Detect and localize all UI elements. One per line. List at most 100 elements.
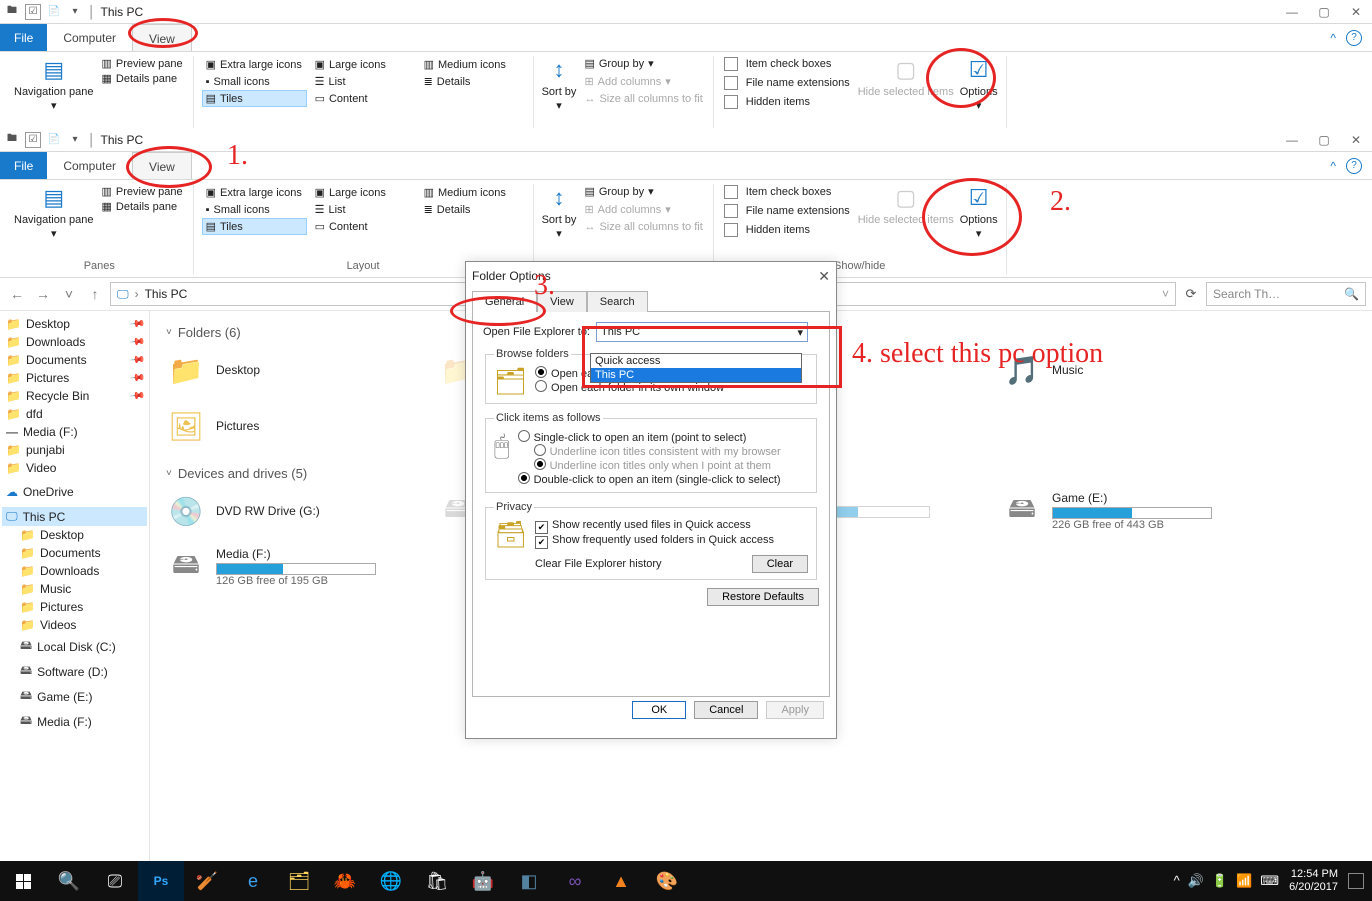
app-androidstudio[interactable]: 🤖 — [460, 861, 506, 901]
app-visualstudio[interactable]: ∞ — [552, 861, 598, 901]
close-button[interactable]: ✕ — [1340, 128, 1372, 152]
navtree-item[interactable]: Media (F:) — [16, 709, 147, 734]
close-button[interactable]: ✕ — [1340, 0, 1372, 24]
navtree-item[interactable]: Documents — [16, 544, 147, 562]
app-cricket[interactable]: 🏏 — [184, 861, 230, 901]
item-checkboxes[interactable]: Item check boxes — [722, 56, 852, 72]
tray[interactable]: ^ 🔊 🔋 📶 ⌨ — [1174, 873, 1279, 889]
sort-by-button[interactable]: ↕Sort by▾ — [542, 184, 577, 240]
radio-double-click[interactable]: Double-click to open an item (single-cli… — [518, 472, 781, 486]
large-icons[interactable]: ▣Large icons — [311, 56, 416, 73]
file-tab[interactable]: File — [0, 24, 47, 51]
view-tab[interactable]: View — [132, 152, 192, 179]
quickaccess-icon[interactable]: 📄 — [46, 4, 62, 20]
tiles-view[interactable]: ▤Tiles — [202, 218, 307, 235]
navtree-item[interactable]: Desktop📌 — [2, 315, 147, 333]
up-button[interactable]: ↑ — [84, 283, 106, 305]
folder-tile[interactable]: 🖼Pictures — [166, 406, 416, 446]
app-realtek[interactable]: 🦀 — [322, 861, 368, 901]
navtree-item[interactable]: punjabi — [2, 441, 147, 459]
clock[interactable]: 12:54 PM 6/20/2017 — [1289, 868, 1338, 893]
group-by-button[interactable]: ▤Group by ▾ — [582, 184, 704, 199]
large-icons[interactable]: ▣Large icons — [311, 184, 416, 201]
app-netbeans[interactable]: ◧ — [506, 861, 552, 901]
open-explorer-combo[interactable]: This PC▾ — [596, 322, 808, 342]
drive-tile[interactable]: 💿DVD RW Drive (G:) — [166, 491, 416, 531]
tiles-view[interactable]: ▤Tiles — [202, 90, 307, 107]
navtree-item[interactable]: Videos — [16, 616, 147, 634]
ok-button[interactable]: OK — [632, 701, 686, 719]
extra-large-icons[interactable]: ▣Extra large icons — [202, 184, 307, 201]
qat-down-icon[interactable]: ▾ — [67, 132, 83, 148]
navtree-item[interactable]: Recycle Bin📌 — [2, 387, 147, 405]
properties-icon[interactable]: ☑ — [25, 4, 41, 20]
drive-tile[interactable]: 🖴Game (E:)226 GB free of 443 GB — [1002, 491, 1262, 531]
app-store[interactable]: 🛍 — [414, 861, 460, 901]
action-center-icon[interactable] — [1348, 873, 1364, 889]
preview-pane-button[interactable]: ▥Preview pane — [100, 184, 185, 199]
dialog-close-button[interactable]: ✕ — [818, 268, 830, 285]
navigation-pane-button[interactable]: ▤ Navigation pane ▾ — [14, 56, 94, 112]
search-input[interactable]: Search Th… 🔍 — [1206, 282, 1366, 306]
navtree-item[interactable]: Downloads — [16, 562, 147, 580]
clear-button[interactable]: Clear — [752, 555, 808, 573]
navtree-item[interactable]: Pictures — [16, 598, 147, 616]
history-down[interactable]: ˅ — [58, 283, 80, 305]
file-tab[interactable]: File — [0, 152, 47, 179]
start-button[interactable] — [0, 861, 46, 901]
taskbar[interactable]: 🔍 ⎚ Ps 🏏 e 🗂 🦀 🌐 🛍 🤖 ◧ ∞ ▲ 🎨 ^ 🔊 🔋 📶 ⌨ 1… — [0, 861, 1372, 901]
app-edge[interactable]: e — [230, 861, 276, 901]
hidden-items[interactable]: Hidden items — [722, 222, 852, 238]
help-icon[interactable]: ? — [1346, 30, 1362, 46]
tab-general[interactable]: General — [472, 291, 537, 312]
search-icon[interactable]: 🔍 — [46, 861, 92, 901]
hidden-items[interactable]: Hidden items — [722, 94, 852, 110]
ribbon-collapse-icon[interactable]: ^ — [1330, 159, 1336, 173]
minimize-button[interactable]: — — [1276, 0, 1308, 24]
file-extensions[interactable]: File name extensions — [722, 203, 852, 219]
thispc-item[interactable]: This PC — [2, 507, 147, 526]
computer-tab[interactable]: Computer — [47, 24, 132, 51]
help-icon[interactable]: ? — [1346, 158, 1362, 174]
navtree-item[interactable]: Documents📌 — [2, 351, 147, 369]
cancel-button[interactable]: Cancel — [694, 701, 758, 719]
navtree-item[interactable]: Software (D:) — [16, 659, 147, 684]
small-icons[interactable]: ▪Small icons — [202, 201, 307, 218]
folder-tile[interactable]: 🎵Music — [1002, 350, 1262, 390]
tray-battery-icon[interactable]: 🔋 — [1212, 873, 1228, 889]
dropdown-option-thispc[interactable]: This PC — [591, 368, 801, 382]
item-checkboxes[interactable]: Item check boxes — [722, 184, 852, 200]
cbx-recent-files[interactable]: Show recently used files in Quick access — [535, 519, 808, 534]
medium-icons[interactable]: ▥Medium icons — [420, 184, 525, 201]
list-view[interactable]: ☰List — [311, 201, 416, 218]
group-by-button[interactable]: ▤Group by ▾ — [582, 56, 704, 71]
quickaccess-icon[interactable]: 📄 — [46, 132, 62, 148]
taskview-icon[interactable]: ⎚ — [92, 861, 138, 901]
tray-network-icon[interactable]: 📶 — [1236, 873, 1252, 889]
app-vlc[interactable]: ▲ — [598, 861, 644, 901]
restore-defaults-button[interactable]: Restore Defaults — [707, 588, 819, 606]
navtree-item[interactable]: Game (E:) — [16, 684, 147, 709]
forward-button[interactable]: → — [32, 283, 54, 305]
onedrive-item[interactable]: OneDrive — [2, 483, 147, 501]
app-chrome[interactable]: 🌐 — [368, 861, 414, 901]
content-view[interactable]: ▭Content — [311, 90, 416, 107]
refresh-button[interactable]: ⟳ — [1180, 283, 1202, 305]
preview-pane-button[interactable]: ▥Preview pane — [100, 56, 185, 71]
view-tab[interactable]: View — [132, 24, 192, 51]
details-view[interactable]: ≣Details — [420, 73, 525, 90]
sort-by-button[interactable]: ↕ Sort by▾ — [542, 56, 577, 112]
tray-sound-icon[interactable]: 🔊 — [1188, 873, 1204, 889]
options-button[interactable]: ☑Options▾ — [960, 184, 998, 240]
minimize-button[interactable]: — — [1276, 128, 1308, 152]
list-view[interactable]: ☰List — [311, 73, 416, 90]
tray-keyboard-icon[interactable]: ⌨ — [1260, 873, 1279, 889]
medium-icons[interactable]: ▥Medium icons — [420, 56, 525, 73]
content-view[interactable]: ▭Content — [311, 218, 416, 235]
tab-search[interactable]: Search — [587, 291, 648, 312]
navtree-item[interactable]: Media (F:) — [2, 423, 147, 441]
app-explorer[interactable]: 🗂 — [276, 861, 322, 901]
cbx-frequent-folders[interactable]: Show frequently used folders in Quick ac… — [535, 534, 808, 549]
maximize-button[interactable]: ▢ — [1308, 128, 1340, 152]
tab-view[interactable]: View — [537, 291, 587, 312]
